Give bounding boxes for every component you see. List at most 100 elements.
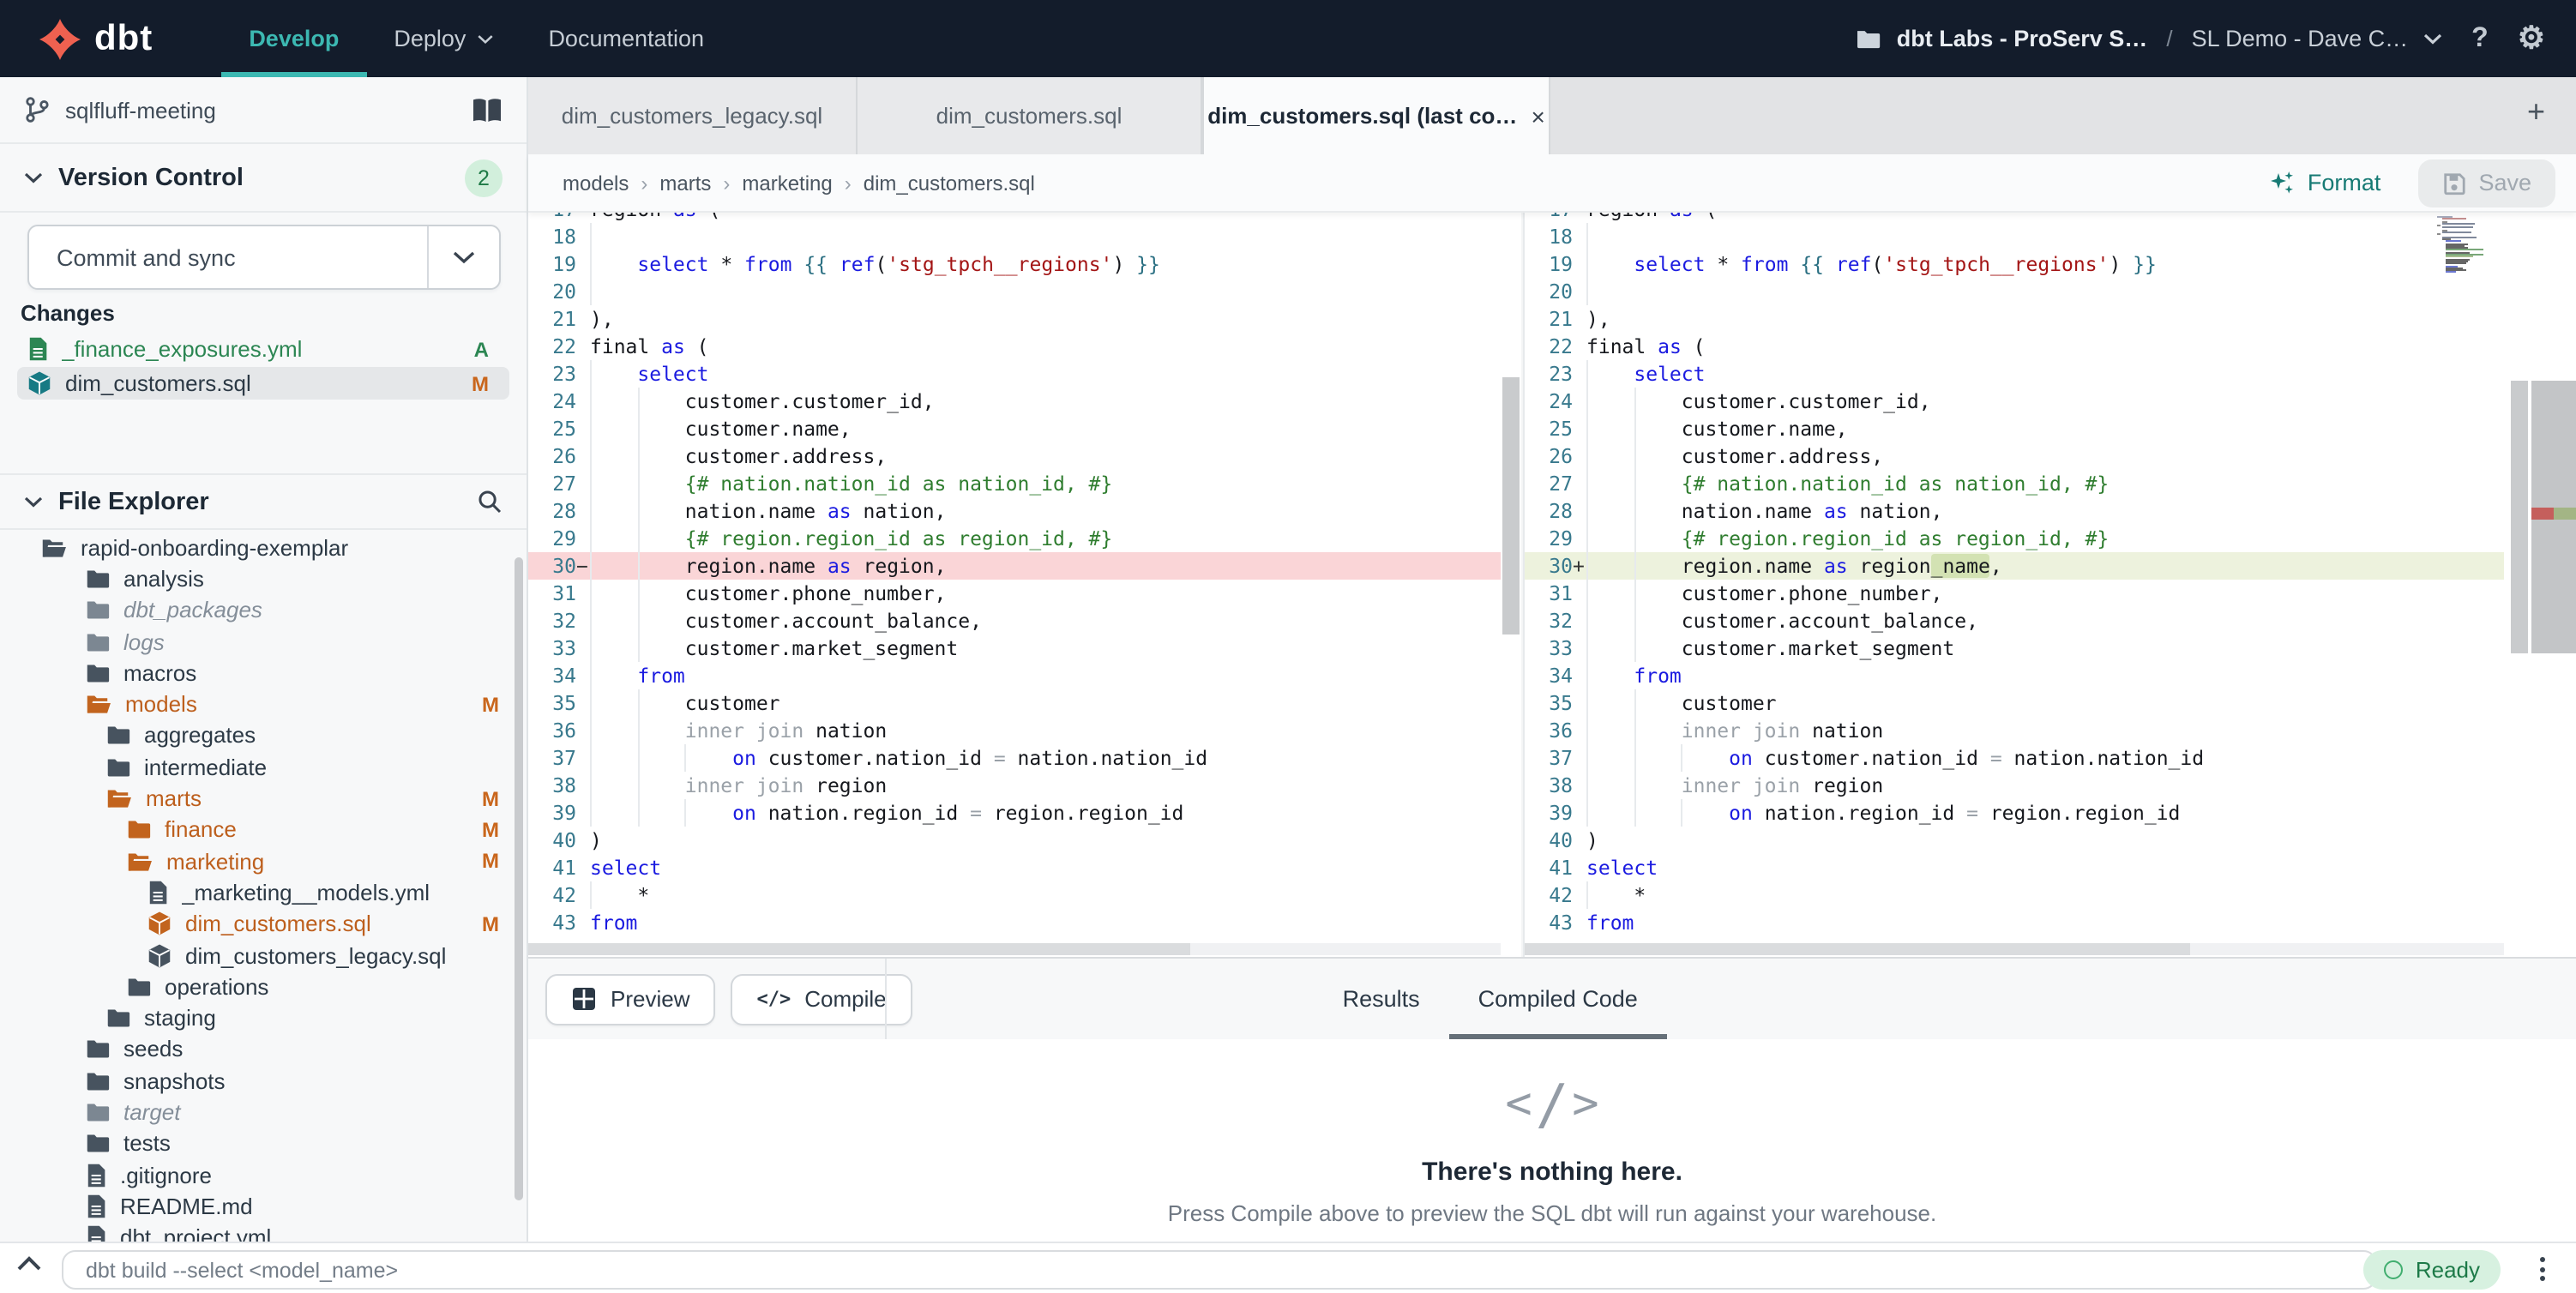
- code-line[interactable]: 21),: [528, 305, 1501, 333]
- code-line[interactable]: 29{# region.region_id as region_id, #}: [1525, 525, 2504, 552]
- breadcrumb-item[interactable]: models: [563, 171, 629, 195]
- tree-item[interactable]: staging: [0, 1002, 523, 1034]
- nav-item-develop[interactable]: Develop: [221, 0, 366, 77]
- code-line[interactable]: 30−region.name as region,: [528, 552, 1501, 580]
- breadcrumb-item[interactable]: dim_customers.sql: [864, 171, 1035, 195]
- nav-item-deploy[interactable]: Deploy: [366, 0, 521, 77]
- tree-item[interactable]: seeds: [0, 1034, 523, 1066]
- code-line[interactable]: 25customer.name,: [1525, 415, 2504, 442]
- tree-item[interactable]: rapid-onboarding-exemplar: [0, 532, 523, 563]
- code-line[interactable]: 17region as (: [528, 213, 1501, 223]
- code-line[interactable]: 41select: [528, 854, 1501, 881]
- help-icon[interactable]: ?: [2471, 23, 2489, 54]
- code-line[interactable]: 40): [1525, 827, 2504, 854]
- code-line[interactable]: 24customer.customer_id,: [528, 388, 1501, 415]
- code-line[interactable]: 32customer.account_balance,: [528, 607, 1501, 634]
- code-line[interactable]: 42*: [1525, 881, 2504, 909]
- code-line[interactable]: 33customer.market_segment: [528, 634, 1501, 662]
- project-selector[interactable]: dbt Labs - ProServ S…: [1897, 26, 2148, 51]
- code-line[interactable]: 32customer.account_balance,: [1525, 607, 2504, 634]
- environment-selector[interactable]: SL Demo - Dave C…: [2192, 26, 2409, 51]
- tree-item[interactable]: dim_customers.sqlM: [0, 908, 523, 940]
- tree-item[interactable]: tests: [0, 1128, 523, 1159]
- tree-item[interactable]: snapshots: [0, 1065, 523, 1097]
- tree-item[interactable]: macros: [0, 657, 523, 689]
- code-line[interactable]: 30+region.name as region_name,: [1525, 552, 2504, 580]
- scrollbar-thumb[interactable]: [2511, 381, 2528, 653]
- dbt-logo[interactable]: dbt: [38, 16, 153, 61]
- branch-name[interactable]: sqlfluff-meeting: [65, 97, 216, 123]
- code-line[interactable]: 35customer: [528, 689, 1501, 717]
- code-line[interactable]: 21),: [1525, 305, 2504, 333]
- change-row[interactable]: _finance_exposures.ymlA: [17, 333, 509, 365]
- code-line[interactable]: 26customer.address,: [1525, 442, 2504, 470]
- tree-item[interactable]: operations: [0, 971, 523, 1002]
- tree-item[interactable]: dim_customers_legacy.sql: [0, 940, 523, 971]
- editor-tab[interactable]: dim_customers_legacy.sql: [528, 77, 858, 154]
- code-line[interactable]: 18: [1525, 223, 2504, 250]
- editor-tab[interactable]: dim_customers.sql (last co…×: [1202, 77, 1550, 154]
- code-line[interactable]: 19select * from {{ ref('stg_tpch__region…: [528, 250, 1501, 278]
- code-line[interactable]: 38inner join region: [1525, 772, 2504, 799]
- scrollbar-thumb[interactable]: [1525, 943, 2191, 955]
- tree-item[interactable]: martsM: [0, 783, 523, 815]
- new-tab-button[interactable]: +: [2496, 77, 2576, 147]
- commit-and-sync-button[interactable]: Commit and sync: [27, 225, 501, 290]
- code-line[interactable]: 18: [528, 223, 1501, 250]
- left-pane-scrollbar[interactable]: [1501, 213, 1521, 957]
- code-line[interactable]: 22final as (: [528, 333, 1501, 360]
- version-control-header[interactable]: Version Control 2: [0, 144, 527, 213]
- breadcrumb-item[interactable]: marts: [659, 171, 711, 195]
- gear-icon[interactable]: ⚙: [2518, 21, 2545, 57]
- code-line[interactable]: 29{# region.region_id as region_id, #}: [528, 525, 1501, 552]
- code-line[interactable]: 28nation.name as nation,: [1525, 497, 2504, 525]
- tree-item[interactable]: analysis: [0, 563, 523, 595]
- tree-item[interactable]: logs: [0, 626, 523, 658]
- code-line[interactable]: 20: [1525, 278, 2504, 305]
- nav-item-documentation[interactable]: Documentation: [521, 0, 731, 77]
- code-line[interactable]: 24customer.customer_id,: [1525, 388, 2504, 415]
- code-line[interactable]: 34from: [528, 662, 1501, 689]
- code-line[interactable]: 40): [528, 827, 1501, 854]
- tree-item[interactable]: aggregates: [0, 720, 523, 752]
- code-line[interactable]: 37on customer.nation_id = nation.nation_…: [1525, 744, 2504, 772]
- code-line[interactable]: 43from: [528, 909, 1501, 936]
- code-line[interactable]: 35customer: [1525, 689, 2504, 717]
- code-line[interactable]: 39on nation.region_id = region.region_id: [528, 799, 1501, 827]
- status-badge[interactable]: Ready: [2364, 1250, 2501, 1290]
- code-line[interactable]: 22final as (: [1525, 333, 2504, 360]
- file-explorer-header[interactable]: File Explorer: [0, 473, 527, 530]
- dbt-command-input[interactable]: [62, 1250, 2377, 1290]
- tree-item[interactable]: dbt_project.yml: [0, 1222, 523, 1242]
- code-line[interactable]: 34from: [1525, 662, 2504, 689]
- code-line[interactable]: 39on nation.region_id = region.region_id: [1525, 799, 2504, 827]
- scrollbar-thumb[interactable]: [1502, 377, 1520, 634]
- code-line[interactable]: 26customer.address,: [528, 442, 1501, 470]
- tree-item[interactable]: README.md: [0, 1190, 523, 1222]
- kebab-menu-icon[interactable]: [2537, 1254, 2549, 1284]
- code-line[interactable]: 38inner join region: [528, 772, 1501, 799]
- sidebar-scrollbar[interactable]: [515, 557, 523, 1200]
- code-line[interactable]: 19select * from {{ ref('stg_tpch__region…: [1525, 250, 2504, 278]
- code-line[interactable]: 31customer.phone_number,: [528, 580, 1501, 607]
- code-line[interactable]: 31customer.phone_number,: [1525, 580, 2504, 607]
- code-line[interactable]: 41select: [1525, 854, 2504, 881]
- left-pane-hscrollbar[interactable]: [528, 943, 1501, 955]
- code-line[interactable]: 36inner join nation: [528, 717, 1501, 744]
- code-line[interactable]: 43from: [1525, 909, 2504, 936]
- change-row[interactable]: dim_customers.sqlM: [17, 367, 509, 400]
- right-pane-scrollbar[interactable]: [2509, 213, 2530, 957]
- editor-tab[interactable]: dim_customers.sql: [858, 77, 1202, 154]
- code-line[interactable]: 20: [528, 278, 1501, 305]
- diff-pane-modified[interactable]: 17region as (1819select * from {{ ref('s…: [1523, 213, 2576, 957]
- collapse-panel-button[interactable]: [15, 1255, 43, 1272]
- diff-pane-original[interactable]: 17region as (1819select * from {{ ref('s…: [528, 213, 1521, 957]
- format-button[interactable]: Format: [2270, 170, 2381, 195]
- tree-item[interactable]: modelsM: [0, 689, 523, 720]
- scrollbar-thumb[interactable]: [528, 943, 1189, 955]
- save-button[interactable]: Save: [2418, 159, 2555, 207]
- code-line[interactable]: 23select: [528, 360, 1501, 388]
- results-tab-results[interactable]: Results: [1314, 959, 1449, 1039]
- code-line[interactable]: 36inner join nation: [1525, 717, 2504, 744]
- breadcrumb-item[interactable]: marketing: [742, 171, 832, 195]
